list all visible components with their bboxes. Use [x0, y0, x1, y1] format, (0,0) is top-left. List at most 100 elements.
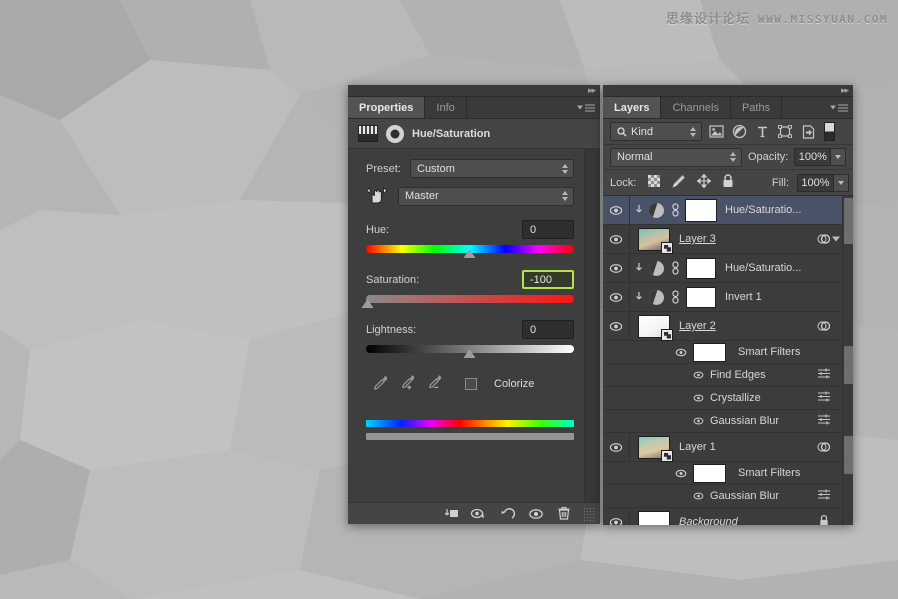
smart-filters-visibility-toggle[interactable]	[675, 348, 687, 357]
channel-spinner-icon[interactable]	[562, 191, 568, 201]
layer-visibility-toggle[interactable]	[603, 196, 630, 224]
layer-thumbnail[interactable]	[638, 314, 673, 341]
layer-visibility-toggle[interactable]	[603, 508, 630, 525]
tab-layers[interactable]: Layers	[603, 97, 662, 118]
filter-kind-spinner-icon[interactable]	[690, 126, 696, 137]
saturation-track[interactable]	[366, 295, 574, 303]
filter-visibility-toggle[interactable]	[693, 492, 704, 500]
layer-name[interactable]: Layer 1	[679, 441, 716, 453]
tab-channels[interactable]: Channels	[661, 97, 731, 118]
layers-scrollbar-thumb-secondary[interactable]	[844, 346, 853, 384]
type-filter-icon[interactable]	[753, 123, 771, 141]
resize-grip[interactable]	[582, 506, 596, 521]
layer-visibility-toggle[interactable]	[603, 312, 630, 340]
layer-mask-thumbnail[interactable]	[686, 286, 716, 308]
filter-visibility-toggle[interactable]	[693, 417, 704, 425]
lock-image-icon[interactable]	[671, 174, 686, 191]
opacity-control[interactable]: 100%	[794, 148, 847, 166]
layer-row-hue-saturation-2[interactable]: Hue/Saturatio...	[603, 254, 853, 283]
link-mask-icon[interactable]	[667, 203, 683, 217]
properties-panel-menu-button[interactable]	[577, 104, 595, 111]
layer-name[interactable]: Hue/Saturatio...	[725, 204, 801, 216]
lightness-value-input[interactable]: 0	[522, 320, 574, 339]
layer-name[interactable]: Hue/Saturatio...	[725, 262, 801, 274]
delete-icon[interactable]	[550, 503, 578, 525]
adjustment-thumbnail[interactable]	[649, 202, 664, 218]
layer-name[interactable]: Layer 2	[679, 320, 716, 332]
filter-name[interactable]: Gaussian Blur	[710, 490, 779, 502]
hue-value-input[interactable]: 0	[522, 220, 574, 239]
filter-blending-options-icon[interactable]	[817, 489, 831, 503]
toggle-visibility-icon[interactable]	[522, 503, 550, 525]
smart-filters-mask-thumbnail[interactable]	[693, 342, 726, 362]
smart-filters-mask-thumbnail[interactable]	[693, 463, 726, 483]
filter-visibility-toggle[interactable]	[693, 394, 704, 402]
layer-row-background[interactable]: Background	[603, 508, 853, 525]
saturation-value-input[interactable]: -100	[522, 270, 574, 289]
expand-effects-caret-icon[interactable]	[832, 236, 840, 242]
layers-list[interactable]: Hue/Saturatio... Layer 3 Hue/Saturatio..…	[603, 196, 853, 525]
layer-effects-indicator[interactable]	[817, 233, 831, 245]
tab-paths[interactable]: Paths	[730, 97, 783, 118]
properties-collapse-bar[interactable]: ▸▸	[348, 85, 600, 97]
eyedropper-icon[interactable]	[372, 374, 389, 394]
layer-name[interactable]: Background	[679, 516, 738, 525]
layer-mask-thumbnail[interactable]	[686, 257, 716, 279]
layer-effects-indicator[interactable]	[817, 320, 831, 332]
filter-name[interactable]: Find Edges	[710, 369, 766, 381]
smart-filters-row[interactable]: Smart Filters	[603, 462, 853, 485]
reset-icon[interactable]	[494, 503, 522, 525]
layer-name[interactable]: Invert 1	[725, 291, 762, 303]
saturation-track-wrap[interactable]	[361, 294, 574, 308]
adjustment-filter-icon[interactable]	[730, 123, 748, 141]
layer-effects-indicator[interactable]	[817, 441, 831, 453]
channel-select[interactable]: Master	[398, 186, 574, 206]
layer-row-layer-2[interactable]: Layer 2	[603, 312, 853, 341]
opacity-dropdown-icon[interactable]	[831, 148, 847, 166]
smart-filters-visibility-toggle[interactable]	[675, 469, 687, 478]
fill-dropdown-icon[interactable]	[834, 173, 849, 192]
eyedropper-minus-icon[interactable]	[426, 374, 443, 394]
smart-filter-row-gaussian-blur-1[interactable]: Gaussian Blur	[603, 410, 853, 433]
blend-mode-select[interactable]: Normal	[610, 147, 742, 167]
fill-value[interactable]: 100%	[797, 173, 834, 192]
preset-select[interactable]: Custom	[410, 159, 574, 178]
layer-visibility-toggle[interactable]	[603, 225, 630, 253]
adjustment-thumbnail[interactable]	[649, 289, 664, 305]
filter-blending-options-icon[interactable]	[817, 391, 831, 405]
hue-track-wrap[interactable]	[366, 244, 574, 258]
layer-row-layer-3[interactable]: Layer 3	[603, 225, 853, 254]
blend-mode-spinner-icon[interactable]	[730, 152, 736, 162]
filter-name[interactable]: Crystallize	[710, 392, 761, 404]
colorize-checkbox[interactable]	[465, 378, 477, 390]
layers-collapse-bar[interactable]: ▸▸	[603, 85, 853, 97]
tab-info[interactable]: Info	[425, 97, 467, 118]
layers-collapse-to-icons-icon[interactable]: ▸▸	[841, 86, 849, 95]
smart-object-filter-icon[interactable]	[799, 123, 817, 141]
layer-mask-thumbnail[interactable]	[685, 198, 717, 222]
layer-name[interactable]: Layer 3	[679, 233, 716, 245]
pixel-filter-icon[interactable]	[707, 123, 725, 141]
layer-thumbnail[interactable]	[638, 510, 670, 525]
smart-filters-row[interactable]: Smart Filters	[603, 341, 853, 364]
layers-scrollbar-track[interactable]	[842, 196, 853, 525]
layers-scrollbar-thumb[interactable]	[844, 198, 853, 244]
preset-spinner-icon[interactable]	[562, 163, 568, 174]
lightness-slider-thumb[interactable]	[463, 349, 477, 359]
filter-blending-options-icon[interactable]	[817, 368, 831, 382]
clip-to-layer-icon[interactable]	[438, 503, 466, 525]
layer-row-hue-saturation-1[interactable]: Hue/Saturatio...	[603, 196, 853, 225]
layer-row-layer-1[interactable]: Layer 1	[603, 433, 853, 462]
layer-thumbnail[interactable]	[638, 435, 673, 462]
lock-position-icon[interactable]	[696, 173, 712, 191]
collapse-to-icons-icon[interactable]: ▸▸	[588, 86, 596, 95]
fill-control[interactable]: 100%	[797, 173, 849, 192]
layers-scrollbar-thumb-tertiary[interactable]	[844, 436, 853, 474]
hue-slider-thumb[interactable]	[463, 249, 477, 259]
smart-filter-row-gaussian-blur-2[interactable]: Gaussian Blur	[603, 485, 853, 508]
opacity-value[interactable]: 100%	[794, 148, 832, 166]
layer-visibility-toggle[interactable]	[603, 433, 630, 461]
shape-filter-icon[interactable]	[776, 123, 794, 141]
lightness-track-wrap[interactable]	[366, 344, 574, 358]
smart-filter-row-find-edges[interactable]: Find Edges	[603, 364, 853, 387]
